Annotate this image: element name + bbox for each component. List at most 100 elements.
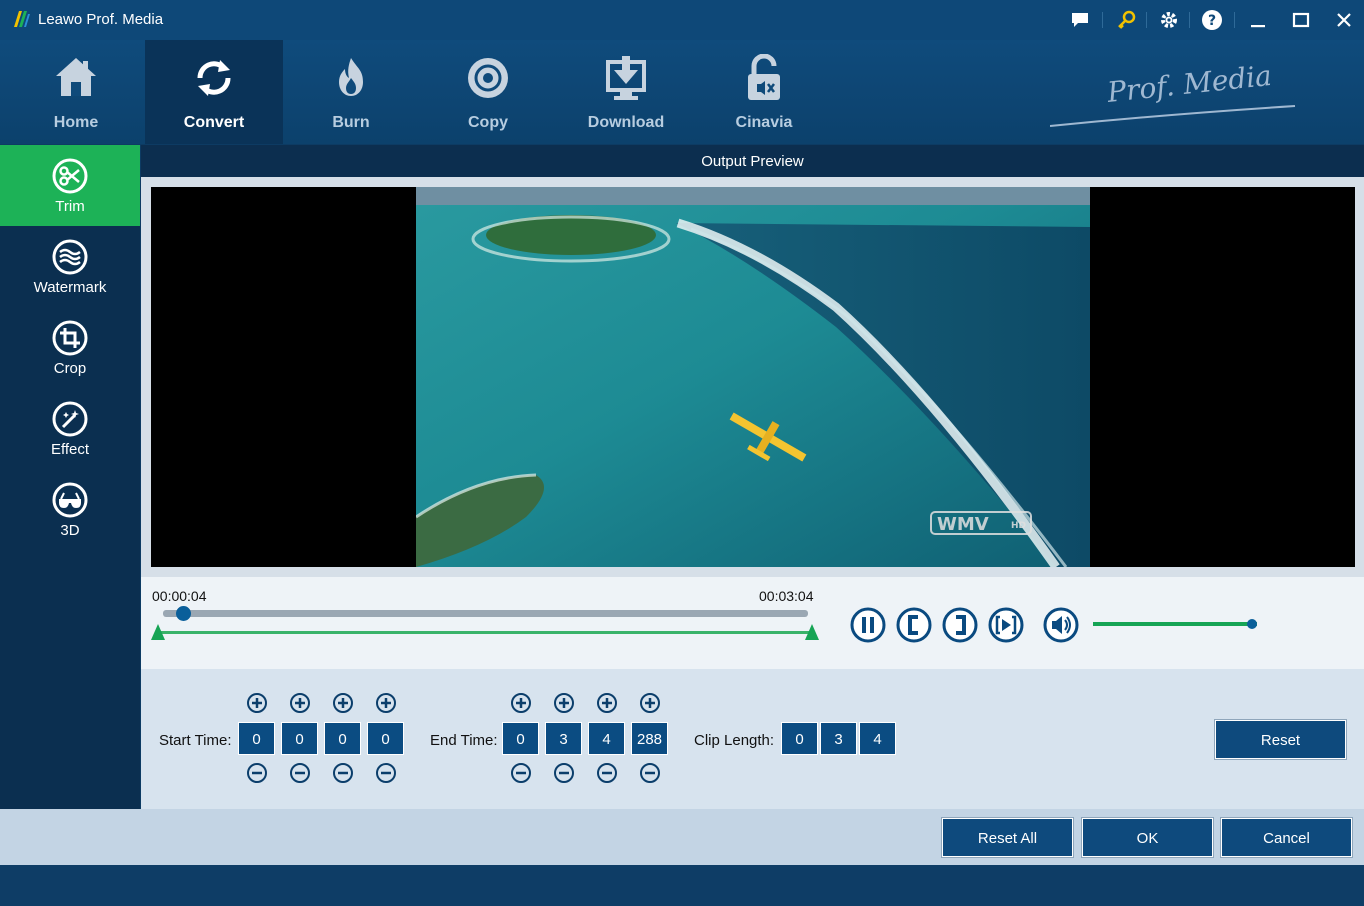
nav-label: Home (53, 114, 99, 131)
brand-logo: Prof. Media (1050, 60, 1296, 127)
title-separator (1189, 12, 1190, 28)
start-time-label: Start Time: (159, 732, 232, 749)
maximize-icon[interactable] (1289, 8, 1313, 32)
nav-label: Download (587, 114, 665, 131)
nav-label: Copy (468, 114, 508, 131)
sidebar-item-3d[interactable]: 3D (0, 469, 140, 550)
plus-icon[interactable] (510, 692, 532, 714)
plus-icon[interactable] (639, 692, 661, 714)
sidebar: Trim Watermark Crop Effect 3D (0, 145, 140, 809)
svg-text:WMV: WMV (937, 514, 989, 535)
reset-all-button[interactable]: Reset All (942, 818, 1073, 857)
minus-icon[interactable] (375, 762, 397, 784)
app-title: Leawo Prof. Media (38, 11, 164, 28)
trim-end-handle[interactable] (805, 624, 819, 640)
minus-icon[interactable] (596, 762, 618, 784)
sidebar-item-trim[interactable]: Trim (0, 145, 140, 226)
clip-hour-value: 0 (781, 722, 818, 755)
close-icon[interactable] (1332, 8, 1356, 32)
sidebar-item-label: Effect (50, 441, 90, 458)
mark-out-icon[interactable] (942, 607, 978, 643)
title-separator (1234, 12, 1235, 28)
start-hour-field[interactable]: 0 (238, 722, 275, 755)
clip-second-value: 4 (859, 722, 896, 755)
plus-icon[interactable] (375, 692, 397, 714)
nav-label: Burn (332, 114, 370, 131)
nav-label: Cinavia (735, 114, 793, 131)
status-bar (0, 865, 1364, 906)
magic-wand-icon (52, 401, 88, 437)
video-preview-image: WMV HD (416, 187, 1090, 567)
sidebar-item-label: 3D (60, 522, 80, 539)
trim-start-handle[interactable] (151, 624, 165, 640)
minus-icon[interactable] (510, 762, 532, 784)
volume-icon[interactable] (1043, 607, 1079, 643)
mark-in-icon[interactable] (896, 607, 932, 643)
sidebar-item-crop[interactable]: Crop (0, 307, 140, 388)
reset-button[interactable]: Reset (1215, 720, 1346, 759)
help-icon[interactable]: ? (1200, 8, 1224, 32)
volume-slider-track[interactable] (1093, 622, 1257, 626)
end-time-label: End Time: (430, 732, 498, 749)
plus-icon[interactable] (553, 692, 575, 714)
play-clip-icon[interactable] (988, 607, 1024, 643)
clip-length-label: Clip Length: (694, 732, 775, 749)
gear-icon[interactable] (1157, 8, 1181, 32)
minus-icon[interactable] (553, 762, 575, 784)
trim-range-track (158, 631, 814, 634)
end-second-field[interactable]: 4 (588, 722, 625, 755)
minus-icon[interactable] (332, 762, 354, 784)
minus-icon[interactable] (289, 762, 311, 784)
start-second-field[interactable]: 0 (324, 722, 361, 755)
nav-copy[interactable]: Copy (419, 40, 557, 144)
clip-minute-value: 3 (820, 722, 857, 755)
disc-icon (468, 58, 508, 98)
svg-text:Prof. Media: Prof. Media (1105, 60, 1274, 109)
svg-text:HD: HD (1011, 521, 1026, 531)
scissors-icon (52, 158, 88, 194)
flame-icon (339, 58, 363, 96)
unlock-icon (748, 54, 780, 100)
sidebar-item-label: Crop (53, 360, 87, 377)
plus-icon[interactable] (289, 692, 311, 714)
plus-icon[interactable] (332, 692, 354, 714)
home-icon (56, 58, 96, 96)
sidebar-item-label: Watermark (33, 279, 107, 296)
preview-title: Output Preview (141, 145, 1364, 177)
plus-icon[interactable] (246, 692, 268, 714)
end-time-display: 00:03:04 (759, 588, 814, 604)
plus-icon[interactable] (596, 692, 618, 714)
nav-download[interactable]: Download (557, 40, 695, 144)
convert-icon (197, 60, 231, 96)
download-icon (606, 56, 646, 100)
pause-icon[interactable] (850, 607, 886, 643)
end-hour-field[interactable]: 0 (502, 722, 539, 755)
minus-icon[interactable] (246, 762, 268, 784)
progress-knob[interactable] (175, 606, 191, 621)
sidebar-item-effect[interactable]: Effect (0, 388, 140, 469)
progress-track[interactable] (163, 610, 808, 617)
nav-home[interactable]: Home (7, 40, 145, 144)
sidebar-item-label: Trim (55, 198, 85, 215)
nav-convert[interactable]: Convert (145, 40, 283, 144)
start-millisecond-field[interactable]: 0 (367, 722, 404, 755)
cancel-button[interactable]: Cancel (1221, 818, 1352, 857)
minimize-icon[interactable] (1246, 8, 1270, 32)
end-minute-field[interactable]: 3 (545, 722, 582, 755)
watermark-icon (52, 239, 88, 275)
key-icon[interactable] (1114, 8, 1138, 32)
nav-label: Convert (183, 114, 245, 131)
end-millisecond-field[interactable]: 288 (631, 722, 668, 755)
crop-icon (52, 320, 88, 356)
title-separator (1146, 12, 1147, 28)
app-logo-icon (14, 11, 30, 27)
3d-glasses-icon (52, 482, 88, 518)
sidebar-item-watermark[interactable]: Watermark (0, 226, 140, 307)
ok-button[interactable]: OK (1082, 818, 1213, 857)
start-minute-field[interactable]: 0 (281, 722, 318, 755)
nav-cinavia[interactable]: Cinavia (695, 40, 833, 144)
minus-icon[interactable] (639, 762, 661, 784)
chat-icon[interactable] (1068, 8, 1092, 32)
nav-burn[interactable]: Burn (282, 40, 420, 144)
title-separator (1102, 12, 1103, 28)
